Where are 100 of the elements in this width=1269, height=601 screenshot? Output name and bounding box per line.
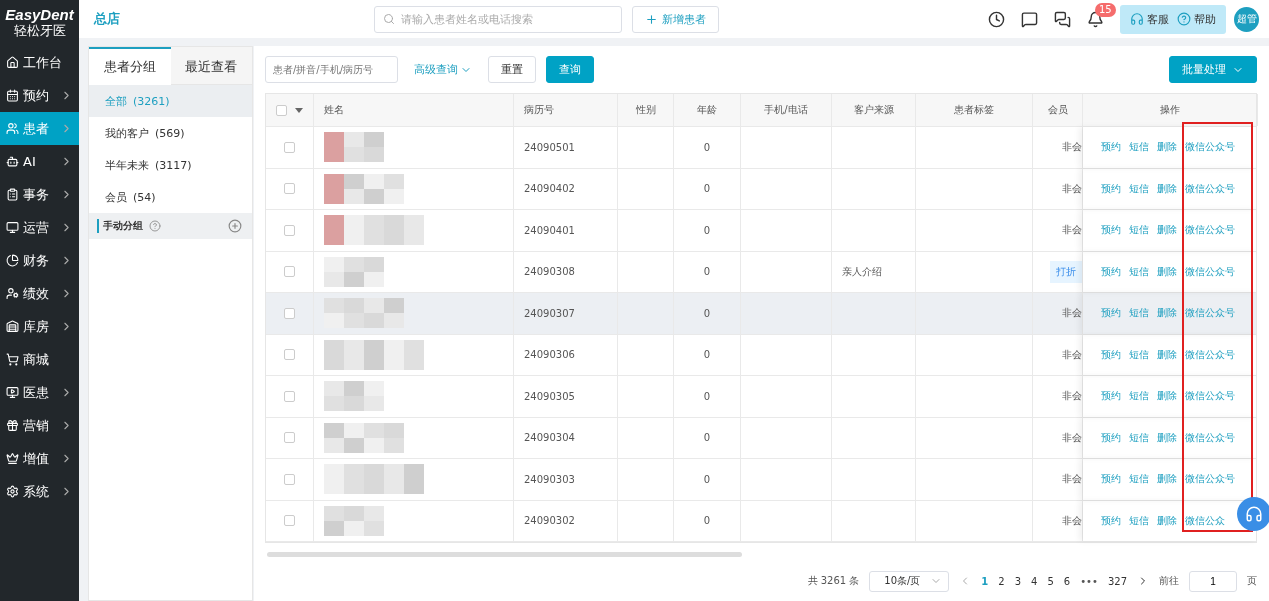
action-link[interactable]: 预约 (1101, 472, 1121, 487)
action-link[interactable]: 微信公众号 (1185, 223, 1235, 238)
search-field[interactable]: 请输入患者姓名或电话搜索 (374, 5, 622, 33)
action-link[interactable]: 预约 (1101, 140, 1121, 155)
batch-button[interactable]: 批量处理 (1169, 56, 1257, 83)
action-link[interactable]: 预约 (1101, 389, 1121, 404)
action-link[interactable]: 删除 (1157, 513, 1177, 528)
action-link[interactable]: 预约 (1101, 513, 1121, 528)
table-row[interactable]: 24090302 0 非会 预约 短信 删除 微信公众 (266, 500, 1256, 542)
checkbox[interactable] (284, 515, 295, 527)
sidebar-item[interactable]: 财务 (0, 244, 79, 277)
page-number[interactable]: 4 (1031, 575, 1038, 587)
action-link[interactable]: 短信 (1129, 306, 1149, 321)
action-link[interactable]: 删除 (1157, 181, 1177, 196)
sidebar-item[interactable]: 患者 (0, 112, 79, 145)
service-button[interactable]: 客服 (1130, 11, 1169, 27)
reset-button[interactable]: 重置 (488, 56, 536, 83)
query-button[interactable]: 查询 (546, 56, 594, 83)
table-row[interactable]: 24090402 0 非会 预约 短信 删除 微信公众号 (266, 168, 1256, 210)
group-item[interactable]: 全部 (3261) (89, 85, 252, 117)
clock-icon[interactable] (988, 10, 1005, 28)
checkbox[interactable] (276, 104, 287, 116)
add-icon[interactable] (228, 219, 242, 233)
goto-field[interactable]: 1 (1189, 570, 1237, 592)
page-ellipsis[interactable]: ••• (1080, 575, 1098, 587)
page-number[interactable]: 6 (1063, 575, 1071, 587)
action-link[interactable]: 预约 (1101, 181, 1121, 196)
sidebar-item[interactable]: 营销 (0, 409, 79, 442)
checkbox[interactable] (284, 183, 295, 195)
action-link[interactable]: 删除 (1157, 264, 1177, 279)
action-link[interactable]: 微信公众号 (1185, 140, 1235, 155)
caret-icon[interactable] (295, 107, 303, 113)
action-link[interactable]: 短信 (1129, 264, 1149, 279)
page-number[interactable]: 5 (1047, 575, 1054, 587)
action-link[interactable]: 删除 (1157, 430, 1177, 445)
sidebar-item[interactable]: 系统 (0, 475, 79, 508)
action-link[interactable]: 短信 (1129, 347, 1149, 362)
sidebar-item[interactable]: 商城 (0, 343, 79, 376)
action-link[interactable]: 微信公众号 (1185, 347, 1235, 362)
message-icon[interactable] (1021, 10, 1038, 28)
table-row[interactable]: 24090303 0 非会 预约 短信 删除 微信公众号 (266, 459, 1256, 501)
action-link[interactable]: 短信 (1129, 513, 1149, 528)
sidebar-item[interactable]: 绩效 (0, 277, 79, 310)
sidebar-item[interactable]: 工作台 (0, 46, 79, 79)
scrollbar[interactable] (267, 551, 742, 557)
action-link[interactable]: 短信 (1129, 472, 1149, 487)
table-row[interactable]: 24090306 0 非会 预约 短信 删除 微信公众号 (266, 334, 1256, 376)
action-link[interactable]: 微信公众号 (1185, 264, 1235, 279)
page-size-select[interactable]: 10条/页 (869, 570, 950, 592)
checkbox[interactable] (284, 349, 295, 361)
page-number[interactable]: 1 (981, 575, 989, 587)
checkbox[interactable] (284, 432, 295, 444)
action-link[interactable]: 预约 (1101, 430, 1121, 445)
action-link[interactable]: 微信公众号 (1185, 472, 1235, 487)
action-link[interactable]: 删除 (1157, 140, 1177, 155)
action-link[interactable]: 微信公众号 (1185, 306, 1235, 321)
table-row[interactable]: 24090501 0 非会 预约 短信 删除 微信公众号 (266, 127, 1256, 169)
checkbox[interactable] (284, 224, 295, 236)
action-link[interactable]: 删除 (1157, 306, 1177, 321)
page-number[interactable]: 3 (1014, 575, 1022, 587)
action-link[interactable]: 预约 (1101, 223, 1121, 238)
action-link[interactable]: 短信 (1129, 140, 1149, 155)
checkbox[interactable] (284, 266, 295, 278)
table-row[interactable]: 24090401 0 非会 预约 短信 删除 微信公众号 (266, 210, 1256, 252)
sidebar-item[interactable]: 预约 (0, 79, 79, 112)
page-number[interactable]: 2 (998, 575, 1005, 587)
action-link[interactable]: 删除 (1157, 389, 1177, 404)
checkbox[interactable] (284, 307, 295, 319)
checkbox[interactable] (284, 390, 295, 402)
user-avatar[interactable]: 超管 (1234, 6, 1259, 32)
advanced-search-link[interactable]: 高级查询 (408, 62, 478, 77)
sidebar-item[interactable]: 增值 (0, 442, 79, 475)
table-row[interactable]: 24090304 0 非会 预约 短信 删除 微信公众号 (266, 417, 1256, 459)
action-link[interactable]: 预约 (1101, 264, 1121, 279)
group-tab[interactable]: 最近查看 (170, 47, 252, 85)
sidebar-item[interactable]: AI (0, 145, 79, 178)
action-link[interactable]: 删除 (1157, 347, 1177, 362)
action-link[interactable]: 微信公众号 (1185, 430, 1235, 445)
action-link[interactable]: 微信公众号 (1185, 389, 1235, 404)
table-row[interactable]: 24090308 0 亲人介绍 打折 预约 短信 删除 微信公众号 (266, 251, 1256, 293)
add-patient-button[interactable]: 新增患者 (632, 5, 719, 33)
sidebar-item[interactable]: 医患 (0, 376, 79, 409)
action-link[interactable]: 短信 (1129, 389, 1149, 404)
action-link[interactable]: 微信公众 (1185, 513, 1225, 528)
checkbox[interactable] (284, 141, 295, 153)
help-button[interactable]: 帮助 (1177, 11, 1216, 27)
action-link[interactable]: 微信公众号 (1185, 181, 1235, 196)
chat-icon[interactable] (1054, 10, 1071, 28)
action-link[interactable]: 删除 (1157, 223, 1177, 238)
checkbox[interactable] (284, 473, 295, 485)
action-link[interactable]: 删除 (1157, 472, 1177, 487)
action-link[interactable]: 短信 (1129, 181, 1149, 196)
patient-search-field[interactable]: 患者/拼音/手机/病历号 (265, 56, 398, 83)
sidebar-item[interactable]: 运营 (0, 211, 79, 244)
action-link[interactable]: 预约 (1101, 347, 1121, 362)
action-link[interactable]: 预约 (1101, 306, 1121, 321)
table-row[interactable]: 24090305 0 非会 预约 短信 删除 微信公众号 (266, 376, 1256, 418)
action-link[interactable]: 短信 (1129, 430, 1149, 445)
action-link[interactable]: 短信 (1129, 223, 1149, 238)
sidebar-item[interactable]: 库房 (0, 310, 79, 343)
